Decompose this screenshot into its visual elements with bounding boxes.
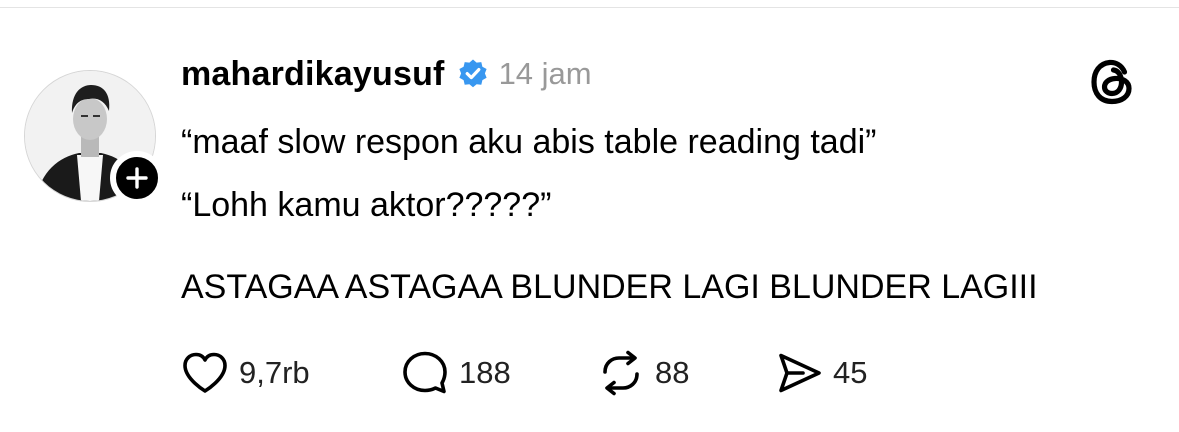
reply-button[interactable]: 188 <box>401 350 597 396</box>
post-text-line: ASTAGAA ASTAGAA BLUNDER LAGI BLUNDER LAG… <box>181 268 1038 306</box>
action-bar: 9,7rb 188 88 45 <box>181 346 867 400</box>
post-header: mahardikayusuf 14 jam <box>181 46 592 102</box>
divider <box>0 7 1179 8</box>
follow-button[interactable] <box>110 151 164 205</box>
like-count: 9,7rb <box>239 355 310 390</box>
post-text-line: “maaf slow respon aku abis table reading… <box>181 123 877 161</box>
post-text-line: “Lohh kamu aktor?????” <box>181 186 552 224</box>
username[interactable]: mahardikayusuf <box>181 55 445 94</box>
plus-icon <box>126 167 148 189</box>
share-count: 45 <box>833 355 868 390</box>
send-icon <box>779 353 821 393</box>
verified-badge-icon <box>457 58 489 90</box>
heart-icon <box>183 352 227 393</box>
reply-count: 188 <box>459 355 511 390</box>
repost-icon <box>603 350 639 396</box>
share-button[interactable]: 45 <box>775 351 867 395</box>
repost-count: 88 <box>655 355 690 390</box>
threads-logo-icon <box>1087 56 1139 108</box>
thread-post: mahardikayusuf 14 jam “maaf slow respon … <box>0 0 1179 432</box>
speech-bubble-icon <box>403 351 447 394</box>
post-timestamp: 14 jam <box>498 56 592 91</box>
like-button[interactable]: 9,7rb <box>181 351 401 395</box>
avatar-container[interactable] <box>24 70 164 205</box>
repost-button[interactable]: 88 <box>597 350 775 396</box>
